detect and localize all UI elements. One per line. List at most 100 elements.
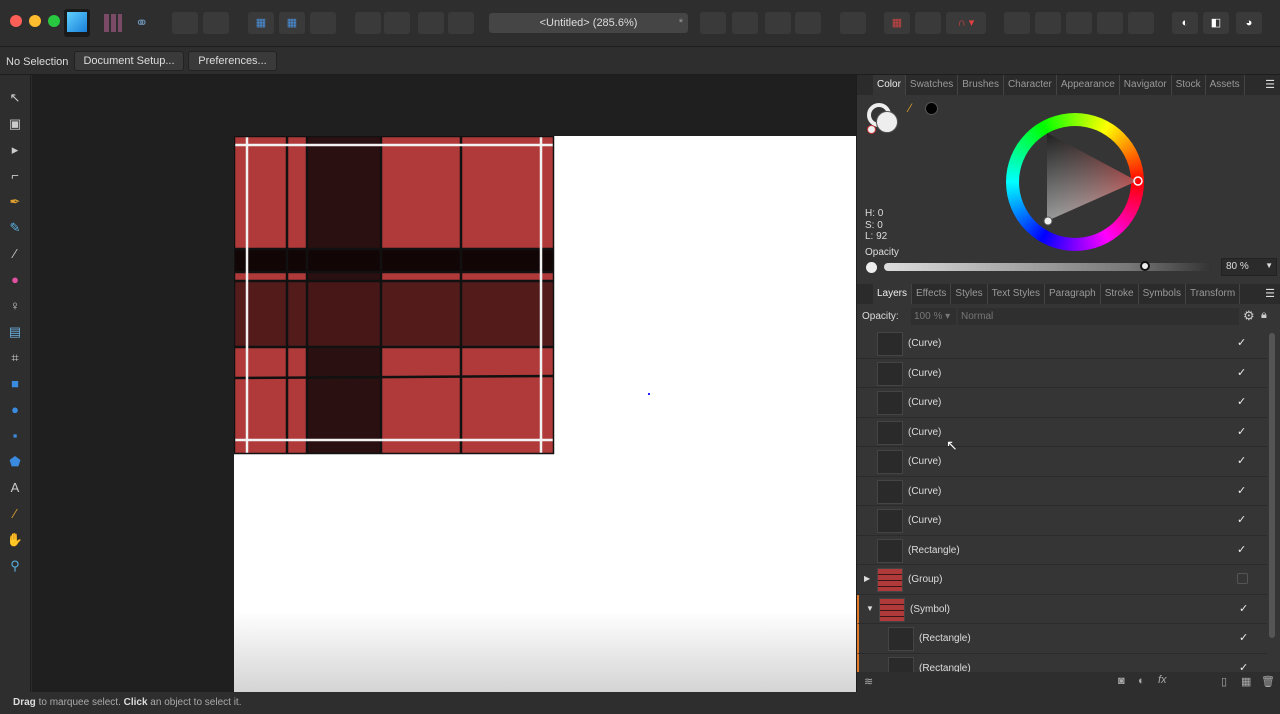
panel-menu-icon[interactable]: ☰ — [1265, 78, 1275, 91]
toggle-studio-icon[interactable]: ◐ — [1172, 12, 1198, 34]
snapping-options-icon[interactable] — [915, 12, 941, 34]
hue-wheel[interactable] — [1006, 113, 1144, 251]
visibility-checkbox[interactable]: ✓ — [1237, 367, 1249, 379]
collapse-icon[interactable]: ▼ — [866, 604, 874, 613]
flip-horizontal-icon[interactable] — [700, 12, 726, 34]
artboard-page[interactable] — [234, 136, 856, 692]
flip-vertical-icon[interactable] — [732, 12, 758, 34]
fill-color-well[interactable] — [876, 111, 898, 133]
layer-row[interactable]: (Curve) ✓ — [857, 447, 1267, 477]
boolean-add-icon[interactable] — [1004, 12, 1030, 34]
toggle-context-icon[interactable]: ◧ — [1203, 12, 1229, 34]
layer-opacity-field[interactable]: 100 % ▾ — [911, 308, 956, 325]
no-share-icon[interactable] — [203, 12, 229, 34]
visibility-checkbox[interactable]: ✓ — [1237, 426, 1249, 438]
boolean-divide-icon[interactable] — [1128, 12, 1154, 34]
toggle-tools-icon[interactable]: ◕ — [1236, 12, 1262, 34]
tab-transform[interactable]: Transform — [1186, 284, 1241, 304]
eyedropper-icon[interactable]: ⁄ — [909, 101, 911, 115]
layer-row[interactable]: (Curve) ✓ — [857, 477, 1267, 506]
visibility-checkbox[interactable]: ✓ — [1237, 544, 1249, 556]
tab-character[interactable]: Character — [1004, 75, 1057, 95]
plaid-artwork[interactable] — [234, 136, 556, 456]
adjustment-icon[interactable]: ◐ — [1138, 675, 1145, 687]
tab-layers[interactable]: Layers — [873, 284, 913, 304]
text-tool-icon[interactable]: A — [6, 479, 24, 497]
boolean-xor-icon[interactable] — [1097, 12, 1123, 34]
tab-styles[interactable]: Styles — [951, 284, 988, 304]
visibility-checkbox[interactable]: ✓ — [1237, 514, 1249, 526]
layer-row[interactable]: (Curve) ✓ — [857, 329, 1267, 359]
tab-navigator[interactable]: Navigator — [1120, 75, 1172, 95]
visibility-checkbox[interactable]: ✓ — [1237, 455, 1249, 467]
close-window-button[interactable] — [10, 15, 22, 27]
lock-icon[interactable]: 🔒︎ — [1261, 309, 1267, 322]
tab-appearance[interactable]: Appearance — [1057, 75, 1120, 95]
layers-stack-icon[interactable]: ≋ — [864, 675, 873, 688]
layer-row[interactable]: (Rectangle) ✓ — [857, 624, 1267, 654]
tab-assets[interactable]: Assets — [1206, 75, 1245, 95]
tab-stock[interactable]: Stock — [1172, 75, 1206, 95]
add-pixel-layer-icon[interactable]: ▦ — [1241, 675, 1251, 688]
fill-tool-icon[interactable]: ● — [6, 271, 24, 289]
pencil-tool-icon[interactable]: ✎ — [6, 219, 24, 237]
zoom-window-button[interactable] — [48, 15, 60, 27]
layers-menu-icon[interactable]: ☰ — [1265, 287, 1275, 300]
visibility-checkbox[interactable]: ✓ — [1237, 485, 1249, 497]
color-picker-tool-icon[interactable]: ⁄ — [6, 505, 24, 523]
layer-row[interactable]: (Curve) ✓ — [857, 388, 1267, 418]
mask-icon[interactable]: ◙ — [1118, 675, 1125, 687]
place-image-tool-icon[interactable]: ▤ — [6, 323, 24, 341]
opacity-slider-handle[interactable] — [1140, 261, 1150, 271]
preferences-button[interactable]: Preferences... — [188, 51, 277, 71]
gear-icon[interactable]: ⚙ — [1243, 308, 1255, 324]
node-tool-icon[interactable]: ▸ — [6, 141, 24, 159]
layer-row[interactable]: (Rectangle) ✓ — [857, 653, 1267, 673]
visibility-checkbox[interactable]: ✓ — [1239, 603, 1251, 615]
canvas[interactable] — [32, 75, 856, 692]
opacity-slider[interactable] — [884, 261, 1212, 271]
snap-grid-icon[interactable]: ▦ — [248, 12, 274, 34]
layer-row[interactable]: (Curve) ✓ — [857, 418, 1267, 447]
boolean-intersect-icon[interactable] — [1066, 12, 1092, 34]
corner-tool-icon[interactable]: ⌐ — [6, 167, 24, 185]
artboard-tool-icon[interactable]: ▣ — [6, 115, 24, 133]
snapping-magnet-icon[interactable]: ∩ ▾ — [946, 12, 986, 34]
ellipse-tool-icon[interactable]: ● — [6, 401, 24, 419]
minimize-window-button[interactable] — [29, 15, 41, 27]
layers-scrollbar[interactable] — [1269, 333, 1275, 638]
visibility-checkbox[interactable]: ✓ — [1239, 662, 1251, 673]
snap-transform-icon[interactable] — [310, 12, 336, 34]
rotate-right-icon[interactable] — [795, 12, 821, 34]
tab-color[interactable]: Color — [873, 75, 906, 95]
snap-bounds-icon[interactable]: ▦ — [279, 12, 305, 34]
boolean-subtract-icon[interactable] — [1035, 12, 1061, 34]
tab-symbols[interactable]: Symbols — [1139, 284, 1186, 304]
arrange-backward-icon[interactable] — [384, 12, 410, 34]
export-persona-icon[interactable]: ⚭ — [135, 13, 148, 33]
share-icon[interactable] — [172, 12, 198, 34]
visibility-checkbox[interactable] — [1237, 573, 1248, 584]
pen-tool-icon[interactable]: ✒ — [6, 193, 24, 211]
add-layer-icon[interactable]: ▯ — [1221, 675, 1227, 688]
visibility-checkbox[interactable]: ✓ — [1237, 396, 1249, 408]
crop-tool-icon[interactable]: ⌗ — [6, 349, 24, 367]
layer-row[interactable]: (Curve) ✓ — [857, 506, 1267, 536]
tab-brushes[interactable]: Brushes — [958, 75, 1004, 95]
tab-paragraph[interactable]: Paragraph — [1045, 284, 1101, 304]
brush-tool-icon[interactable]: ⁄ — [6, 245, 24, 263]
transparency-tool-icon[interactable]: ♀ — [6, 297, 24, 315]
rectangle-tool-icon[interactable]: ■ — [6, 375, 24, 393]
opacity-field[interactable]: 80 % ▼ — [1221, 258, 1277, 276]
tab-text-styles[interactable]: Text Styles — [988, 284, 1045, 304]
layer-row[interactable]: (Curve) ✓ — [857, 359, 1267, 388]
document-setup-button[interactable]: Document Setup... — [74, 51, 184, 71]
move-tool-icon[interactable]: ↖ — [6, 89, 24, 107]
snapping-grid-icon[interactable]: ▦ — [884, 12, 910, 34]
tab-stroke[interactable]: Stroke — [1101, 284, 1139, 304]
arrange-back-icon[interactable] — [355, 12, 381, 34]
tab-swatches[interactable]: Swatches — [906, 75, 959, 95]
document-title-tab[interactable]: <Untitled> (285.6%) * — [489, 13, 688, 33]
tab-effects[interactable]: Effects — [912, 284, 952, 304]
rounded-rectangle-tool-icon[interactable]: ▪ — [6, 427, 24, 445]
